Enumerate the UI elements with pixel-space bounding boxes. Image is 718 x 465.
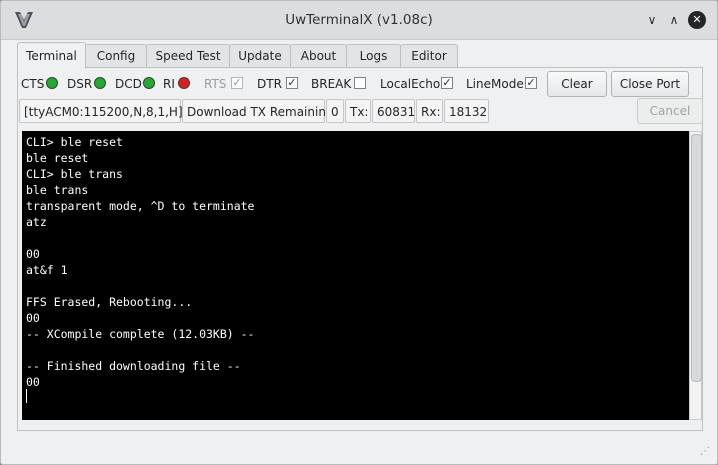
title-bar: UwTerminalX (v1.08c) ∨ ∧ ✕ bbox=[1, 1, 717, 40]
tab-speed-test[interactable]: Speed Test bbox=[146, 44, 230, 67]
terminal-text: CLI> ble reset ble reset CLI> ble trans … bbox=[26, 135, 255, 389]
cts-indicator-icon bbox=[46, 77, 58, 89]
clear-button[interactable]: Clear bbox=[547, 71, 607, 97]
rx-label: Rx: bbox=[416, 99, 443, 123]
text-cursor bbox=[26, 389, 27, 403]
dsr-label: DSR bbox=[67, 77, 93, 91]
line-mode-checkbox[interactable]: ✓ bbox=[525, 77, 537, 89]
resize-grip-icon[interactable]: ⋰ bbox=[700, 445, 714, 459]
dtr-label: DTR bbox=[257, 77, 282, 91]
local-echo-label: LocalEcho bbox=[380, 77, 441, 91]
rts-label: RTS bbox=[204, 77, 227, 91]
dcd-label: DCD bbox=[115, 77, 142, 91]
tx-value: 60831 bbox=[372, 99, 415, 123]
main-window: UwTerminalX (v1.08c) ∨ ∧ ✕ Terminal Conf… bbox=[0, 0, 718, 465]
window-title: UwTerminalX (v1.08c) bbox=[285, 12, 433, 28]
tx-label: Tx: bbox=[345, 99, 371, 123]
tab-terminal[interactable]: Terminal bbox=[17, 42, 86, 69]
local-echo-checkbox[interactable]: ✓ bbox=[441, 77, 453, 89]
close-button[interactable]: ✕ bbox=[688, 11, 706, 29]
cts-label: CTS bbox=[21, 77, 45, 91]
rx-value: 18132 bbox=[444, 99, 489, 123]
line-mode-label: LineMode bbox=[466, 77, 524, 91]
download-remaining-value: 0 bbox=[326, 99, 344, 123]
tab-about[interactable]: About bbox=[290, 44, 347, 67]
dcd-indicator-icon bbox=[143, 77, 155, 89]
tab-editor[interactable]: Editor bbox=[400, 44, 458, 67]
close-port-button[interactable]: Close Port bbox=[611, 71, 689, 97]
dsr-indicator-icon bbox=[94, 77, 106, 89]
break-checkbox[interactable] bbox=[354, 77, 366, 89]
scrollbar-thumb[interactable] bbox=[691, 134, 702, 382]
ri-indicator-icon bbox=[178, 77, 190, 89]
maximize-button[interactable]: ∧ bbox=[665, 11, 683, 29]
dtr-checkbox[interactable]: ✓ bbox=[286, 77, 298, 89]
minimize-button[interactable]: ∨ bbox=[643, 11, 661, 29]
tab-update[interactable]: Update bbox=[229, 44, 291, 67]
break-label: BREAK bbox=[311, 77, 352, 91]
terminal-scrollbar[interactable] bbox=[689, 131, 702, 420]
tab-logs[interactable]: Logs bbox=[346, 44, 401, 67]
port-info-field: [ttyACM0:115200,N,8,1,H]{cr} bbox=[19, 99, 209, 123]
tab-config[interactable]: Config bbox=[85, 44, 147, 67]
terminal-output[interactable]: CLI> ble reset ble reset CLI> ble trans … bbox=[22, 131, 689, 420]
cancel-button[interactable]: Cancel bbox=[637, 98, 703, 124]
download-remaining-label: Download TX Remaining: bbox=[182, 99, 338, 123]
rts-checkbox[interactable]: ✓ bbox=[231, 77, 243, 89]
ri-label: RI bbox=[163, 77, 175, 91]
